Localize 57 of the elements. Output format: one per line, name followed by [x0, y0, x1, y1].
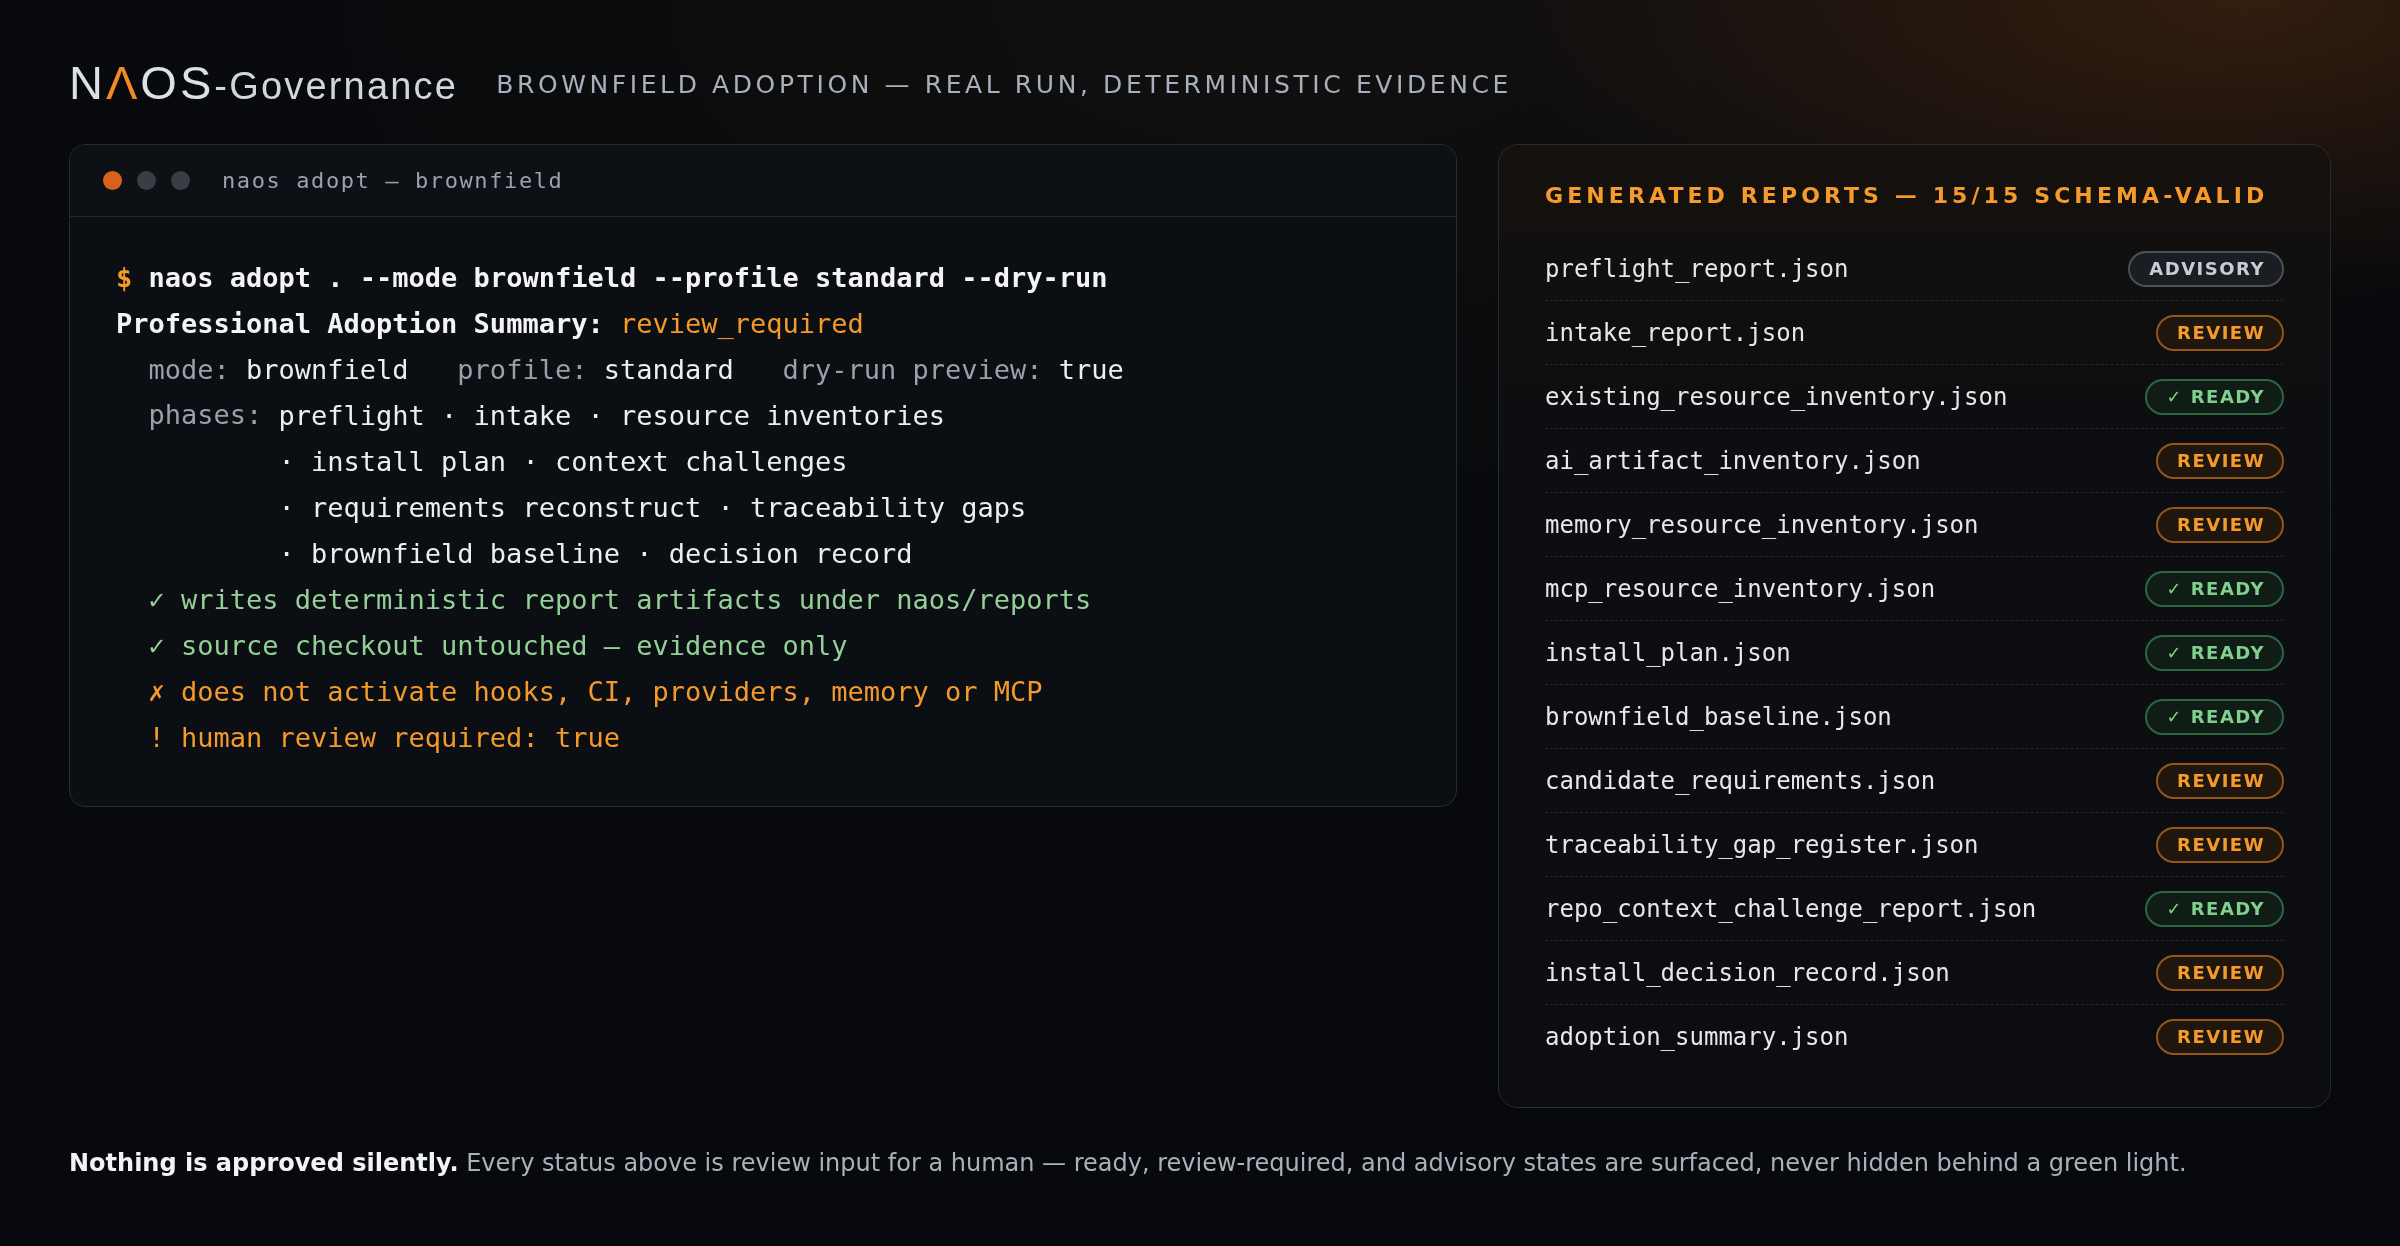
- status-badge: REVIEW: [2156, 826, 2284, 863]
- exclamation-mark: !: [148, 721, 165, 753]
- file-name: ai_artifact_inventory.json: [1545, 446, 1921, 475]
- file-name: install_plan.json: [1545, 638, 1791, 667]
- status-badge: REVIEW: [2156, 1019, 2284, 1055]
- window-dot-icon[interactable]: [171, 171, 190, 190]
- phase-line: · requirements reconstruct · traceability gaps: [278, 490, 1027, 525]
- status-badge: ✓ READY: [2145, 570, 2284, 607]
- brand-logo: NΛOS-Governance: [69, 56, 459, 111]
- setting-value: true: [1058, 353, 1124, 385]
- status-badge: ✓ READY: [2145, 378, 2284, 415]
- result-text: does not activate hooks, CI, providers, memory or MCP: [181, 675, 1043, 707]
- status-badge: ✓ READY: [2145, 890, 2284, 927]
- result-text: writes deterministic report artifacts under naos/reports: [181, 583, 1092, 615]
- status-badge: REVIEW: [2156, 314, 2284, 351]
- file-name: traceability_gap_register.json: [1545, 830, 1979, 859]
- check-mark: ✓: [148, 629, 165, 661]
- footer-note: Nothing is approved silently. Every status above is review input for a human — ready, review-required, and advisory states are surfaced, never hidden behind a green light.: [69, 1148, 2188, 1178]
- window-dot-icon[interactable]: [137, 171, 156, 190]
- setting-value: brownfield: [246, 353, 409, 385]
- status-badge: REVIEW: [2156, 954, 2284, 991]
- result-text: human review required: true: [181, 721, 620, 753]
- status-badge: ADVISORY: [2128, 250, 2284, 287]
- page-subtitle: BROWNFIELD ADOPTION — REAL RUN, DETERMINISTIC EVIDENCE: [496, 69, 1512, 99]
- status-badge: REVIEW: [2156, 442, 2284, 479]
- file-name: existing_resource_inventory.json: [1545, 382, 2008, 411]
- status-badge: REVIEW: [2156, 762, 2284, 799]
- file-name: intake_report.json: [1545, 318, 1806, 347]
- status-badge: ✓ READY: [2145, 634, 2284, 671]
- file-name: adoption_summary.json: [1545, 1023, 1849, 1051]
- status-badge: ✓ READY: [2145, 698, 2284, 735]
- file-name: install_decision_record.json: [1545, 958, 1950, 987]
- phase-line: preflight · intake · resource inventories: [278, 398, 947, 433]
- setting-label: profile:: [457, 353, 588, 385]
- check-mark: ✓: [148, 583, 165, 615]
- phases-label: phases:: [148, 398, 263, 432]
- window-dot-icon[interactable]: [103, 171, 122, 190]
- file-name: candidate_requirements.json: [1545, 766, 1936, 795]
- file-name: brownfield_baseline.json: [1545, 702, 1892, 731]
- setting-label: dry-run preview:: [782, 353, 1043, 385]
- command-text: naos adopt . --mode brownfield --profile standard --dry-run: [148, 261, 1108, 293]
- summary-label: Professional Adoption Summary:: [116, 307, 604, 339]
- terminal-title: naos adopt — brownfield: [222, 168, 564, 193]
- file-name: memory_resource_inventory.json: [1545, 510, 1979, 539]
- summary-status: review_required: [619, 307, 864, 339]
- phase-line: · brownfield baseline · decision record: [278, 536, 914, 571]
- panel-title: GENERATED REPORTS — 15/15 SCHEMA-VALID: [1545, 183, 2270, 209]
- prompt-symbol: $: [116, 261, 133, 293]
- result-text: source checkout untouched — evidence only: [181, 629, 848, 661]
- status-badge: REVIEW: [2156, 506, 2284, 543]
- file-name: preflight_report.json: [1545, 254, 1849, 283]
- setting-label: mode:: [148, 353, 230, 385]
- file-name: repo_context_challenge_report.json: [1545, 894, 2037, 923]
- cross-mark: ✗: [148, 675, 165, 707]
- file-name: mcp_resource_inventory.json: [1545, 574, 1936, 603]
- setting-value: standard: [603, 353, 734, 385]
- phase-line: · install plan · context challenges: [278, 444, 849, 479]
